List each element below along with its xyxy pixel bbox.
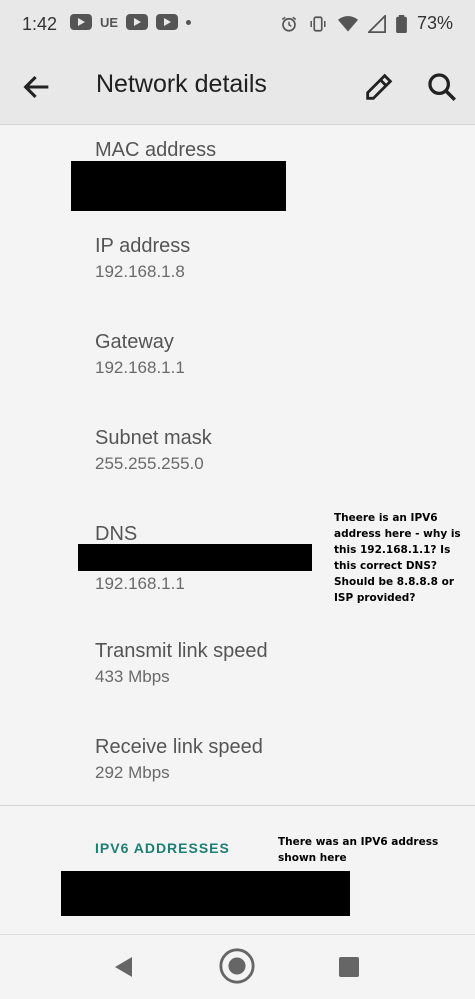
arrow-back-icon[interactable] <box>20 70 54 104</box>
vibrate-icon <box>310 15 326 32</box>
detail-gateway: Gateway 192.168.1.1 <box>95 329 185 379</box>
ipv6-annotation: There was an IPV6 address shown here <box>278 836 439 864</box>
nav-home-icon[interactable] <box>218 947 256 985</box>
ip-address-label: IP address <box>95 235 191 257</box>
app-bar: Network details <box>0 50 475 125</box>
alarm-icon <box>281 16 297 32</box>
ip-address-value: 192.168.1.8 <box>95 262 185 281</box>
detail-mac-address: MAC address <box>95 137 216 163</box>
wifi-icon <box>337 15 358 31</box>
detail-receive-speed: Receive link speed 292 Mbps <box>95 734 263 784</box>
subnet-mask-value: 255.255.255.0 <box>95 454 204 473</box>
nav-recents-icon[interactable] <box>339 957 359 977</box>
more-notifications-dot <box>186 19 192 25</box>
receive-speed-value: 292 Mbps <box>95 763 170 782</box>
transmit-speed-value: 433 Mbps <box>95 667 170 686</box>
nav-back-icon[interactable] <box>112 955 136 979</box>
youtube-icon <box>156 14 179 30</box>
dns-value: 192.168.1.1 <box>95 574 185 593</box>
ipv6-address-redaction <box>61 871 350 916</box>
detail-subnet-mask: Subnet mask 255.255.255.0 <box>95 425 212 475</box>
battery-icon <box>396 14 407 33</box>
detail-ip-address: IP address 192.168.1.8 <box>95 233 190 283</box>
youtube-icon <box>70 14 92 30</box>
notification-icons: UE <box>70 14 192 30</box>
system-icons: 73% <box>280 13 453 34</box>
mac-address-redaction <box>71 161 286 211</box>
search-icon[interactable] <box>425 70 459 104</box>
signal-icon <box>367 14 386 33</box>
status-time: 1:42 <box>22 14 58 34</box>
transmit-speed-label: Transmit link speed <box>95 640 268 662</box>
detail-transmit-speed: Transmit link speed 433 Mbps <box>95 638 268 688</box>
gateway-value: 192.168.1.1 <box>95 358 185 377</box>
dns-annotation: Theere is an IPV6 address here - why is … <box>334 512 461 604</box>
subnet-mask-label: Subnet mask <box>95 427 212 449</box>
dns-redaction <box>78 544 312 571</box>
pencil-icon[interactable] <box>362 70 396 104</box>
gateway-label: Gateway <box>95 331 174 353</box>
battery-percent: 73% <box>416 13 453 33</box>
ue-label: UE <box>100 14 119 30</box>
ipv6-section-header: IPV6 ADDRESSES <box>95 840 230 856</box>
page-title: Network details <box>96 70 267 98</box>
detail-dns-value: 192.168.1.1 <box>95 571 185 595</box>
section-divider <box>0 805 475 806</box>
receive-speed-label: Receive link speed <box>95 736 263 758</box>
mac-address-label: MAC address <box>95 139 217 161</box>
status-bar: 1:42 UE 73% <box>0 0 475 50</box>
navigation-bar <box>0 934 475 999</box>
youtube-icon <box>126 14 149 30</box>
